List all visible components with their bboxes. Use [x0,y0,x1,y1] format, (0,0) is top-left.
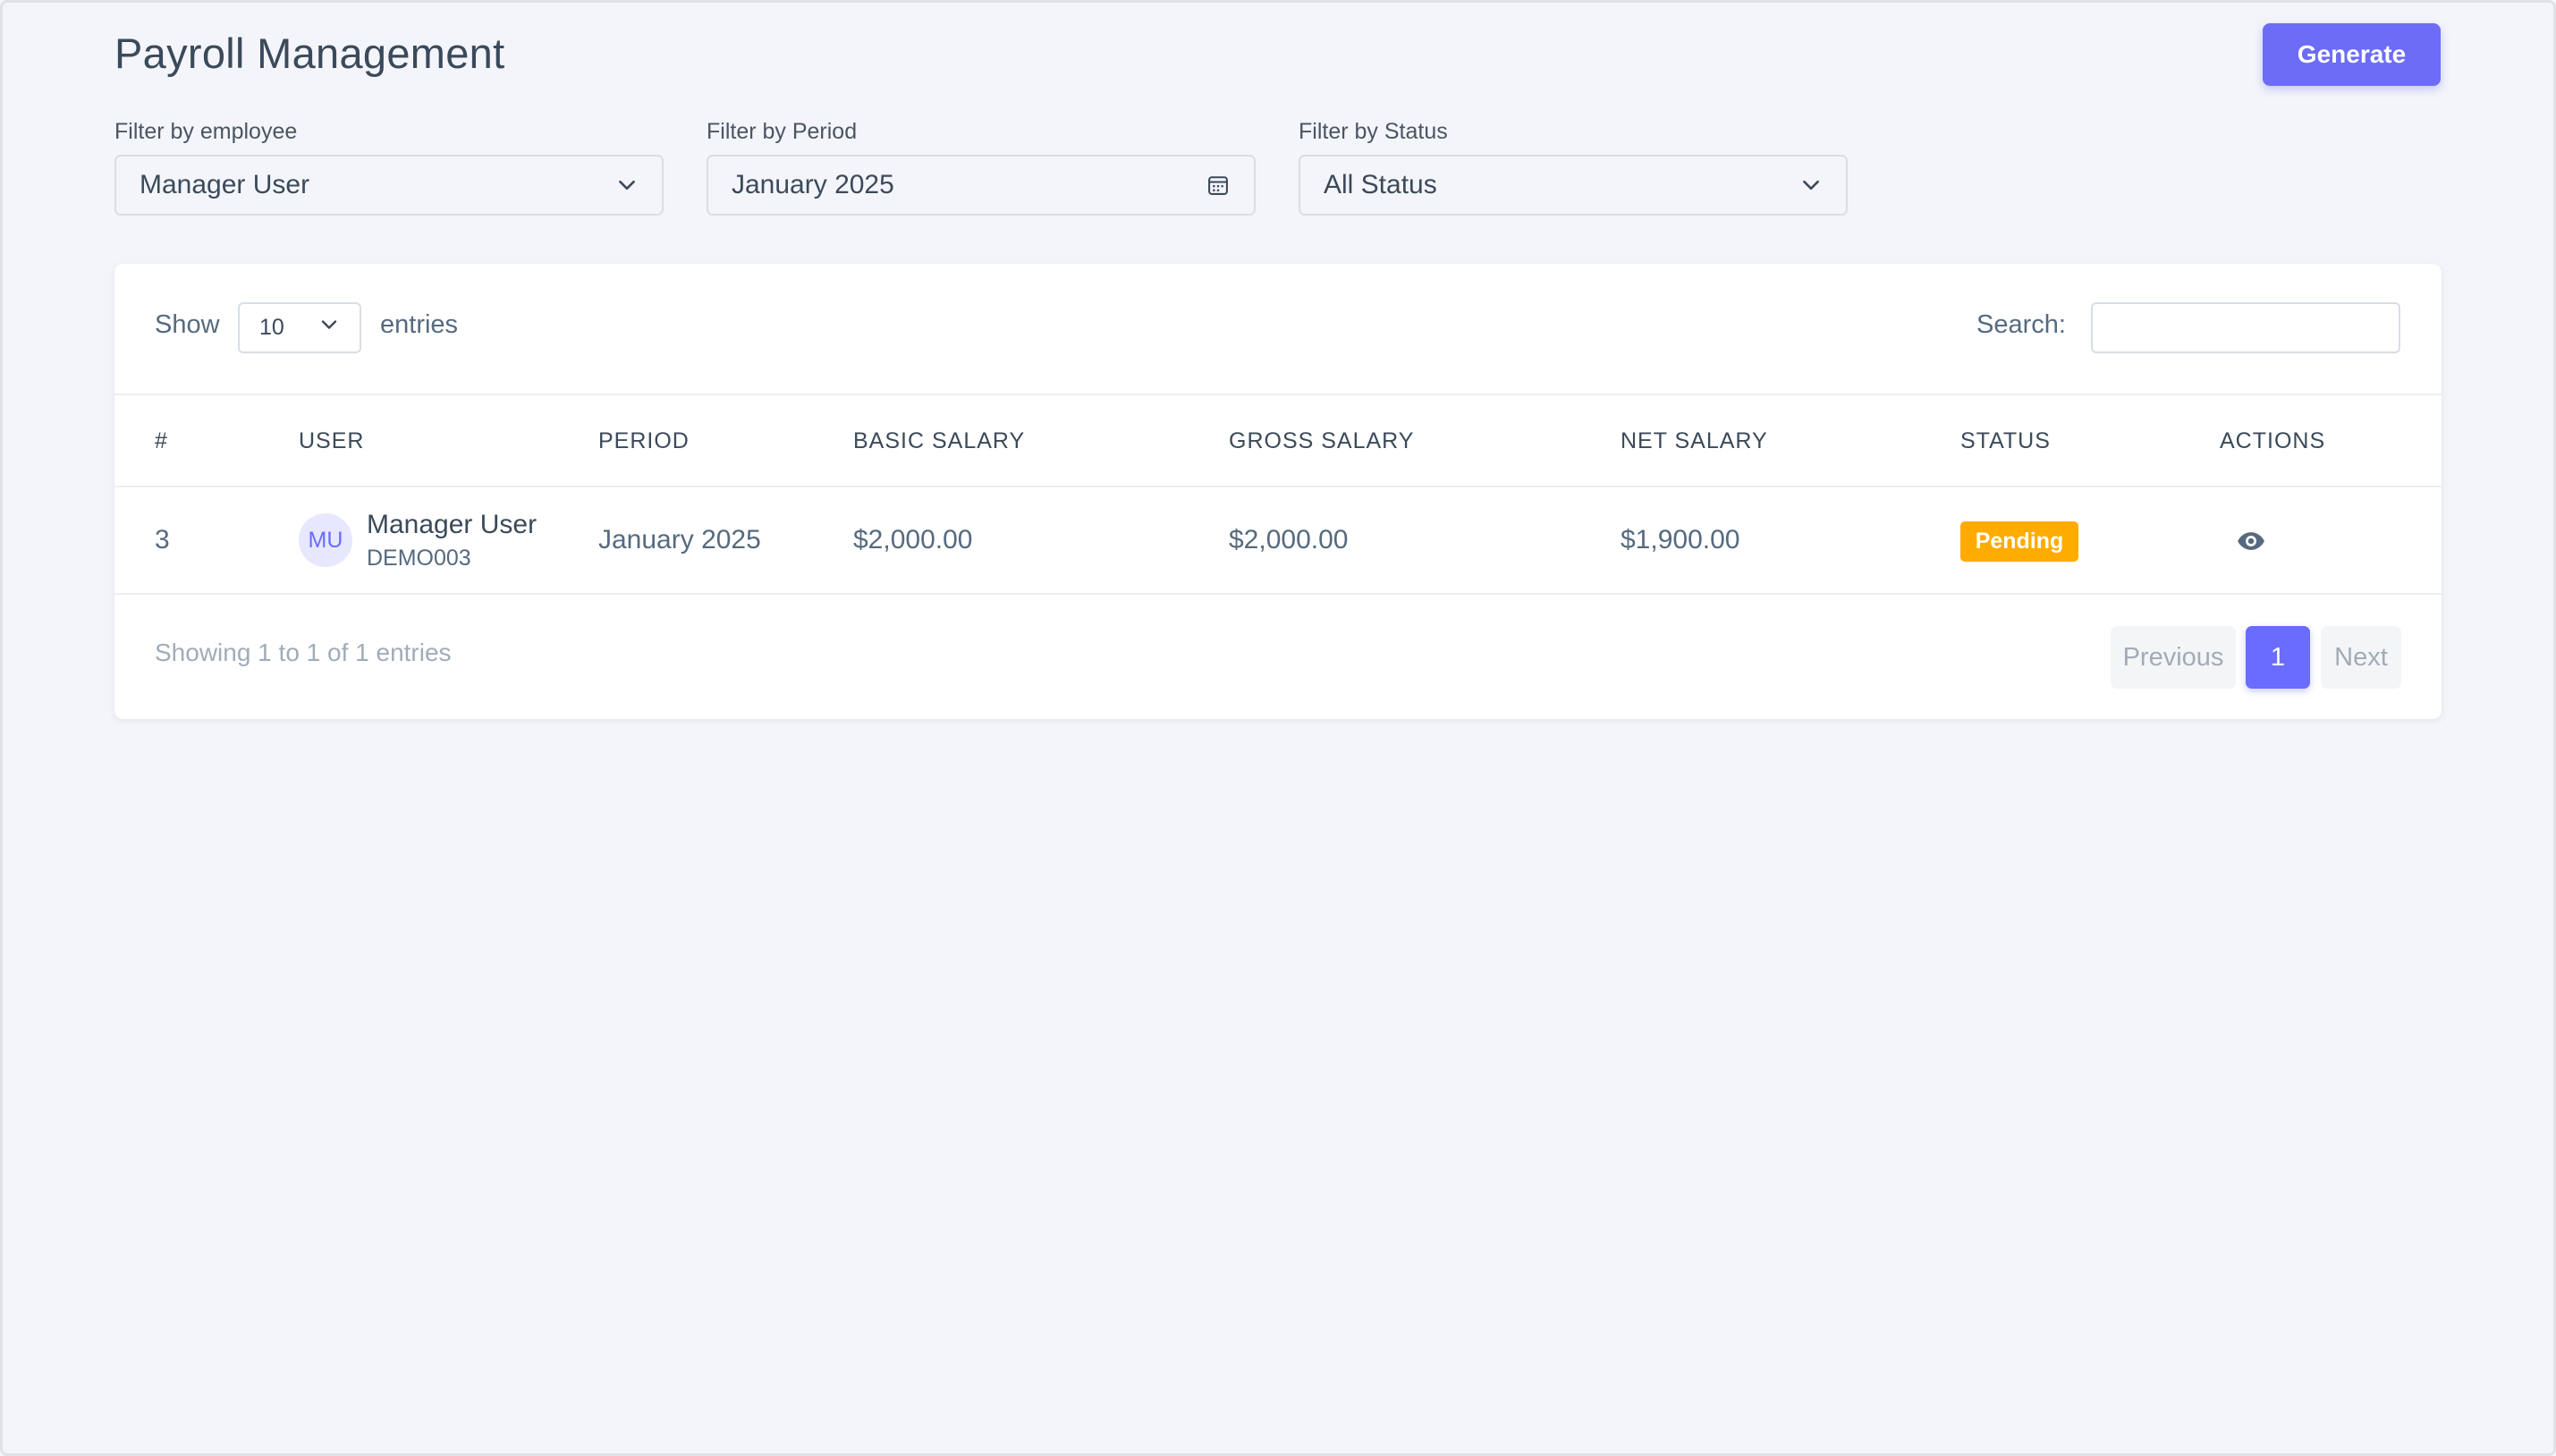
column-header-net-salary[interactable]: NET SALARY [1621,428,1768,454]
filter-employee-select[interactable]: Manager User [114,155,664,216]
column-header-gross-salary[interactable]: GROSS SALARY [1229,428,1414,454]
column-header-basic-salary[interactable]: BASIC SALARY [853,428,1025,454]
filter-period-label: Filter by Period [707,119,858,144]
divider [114,486,2442,487]
cell-net-salary: $1,900.00 [1621,525,1740,554]
cell-basic-salary: $2,000.00 [853,525,973,554]
divider [114,593,2442,595]
pagination-previous-button[interactable]: Previous [2111,626,2236,689]
search-label: Search: [1976,310,2066,339]
filter-period-input[interactable]: January 2025 [707,155,1256,216]
avatar-initials: MU [308,527,343,553]
eye-icon[interactable] [2236,526,2266,556]
showing-entries-info: Showing 1 to 1 of 1 entries [155,639,452,666]
calendar-icon[interactable] [1206,173,1231,198]
generate-button[interactable]: Generate [2263,23,2441,86]
page-title: Payroll Management [114,30,505,77]
filter-status-select[interactable]: All Status [1299,155,1848,216]
pagination-next-button[interactable]: Next [2321,626,2401,689]
filter-period-value: January 2025 [732,170,894,199]
column-header-period[interactable]: PERIOD [598,428,690,454]
chevron-down-icon [318,314,340,342]
filter-status-label: Filter by Status [1299,119,1448,144]
filter-employee-label: Filter by employee [114,119,298,144]
chevron-down-icon [615,174,639,197]
avatar: MU [299,513,352,567]
column-header-id[interactable]: # [155,428,168,454]
cell-user-code: DEMO003 [367,546,471,571]
cell-period: January 2025 [598,525,761,554]
search-input[interactable] [2091,302,2400,353]
entries-length-value: 10 [259,315,284,340]
cell-user-name: Manager User [367,510,537,539]
cell-id: 3 [155,525,170,554]
column-header-user[interactable]: USER [299,428,364,454]
filter-status-value: All Status [1324,170,1437,199]
show-label: Show [155,310,220,339]
divider [114,394,2442,395]
chevron-down-icon [1799,174,1823,197]
cell-gross-salary: $2,000.00 [1229,525,1349,554]
entries-label: entries [380,310,459,339]
pagination-page-1-button[interactable]: 1 [2246,626,2310,689]
entries-length-select[interactable]: 10 [238,302,361,353]
column-header-actions: ACTIONS [2220,428,2326,453]
column-header-status[interactable]: STATUS [1960,428,2051,454]
status-badge: Pending [1960,521,2078,562]
filter-employee-value: Manager User [140,170,310,199]
app-frame [0,0,2556,1456]
